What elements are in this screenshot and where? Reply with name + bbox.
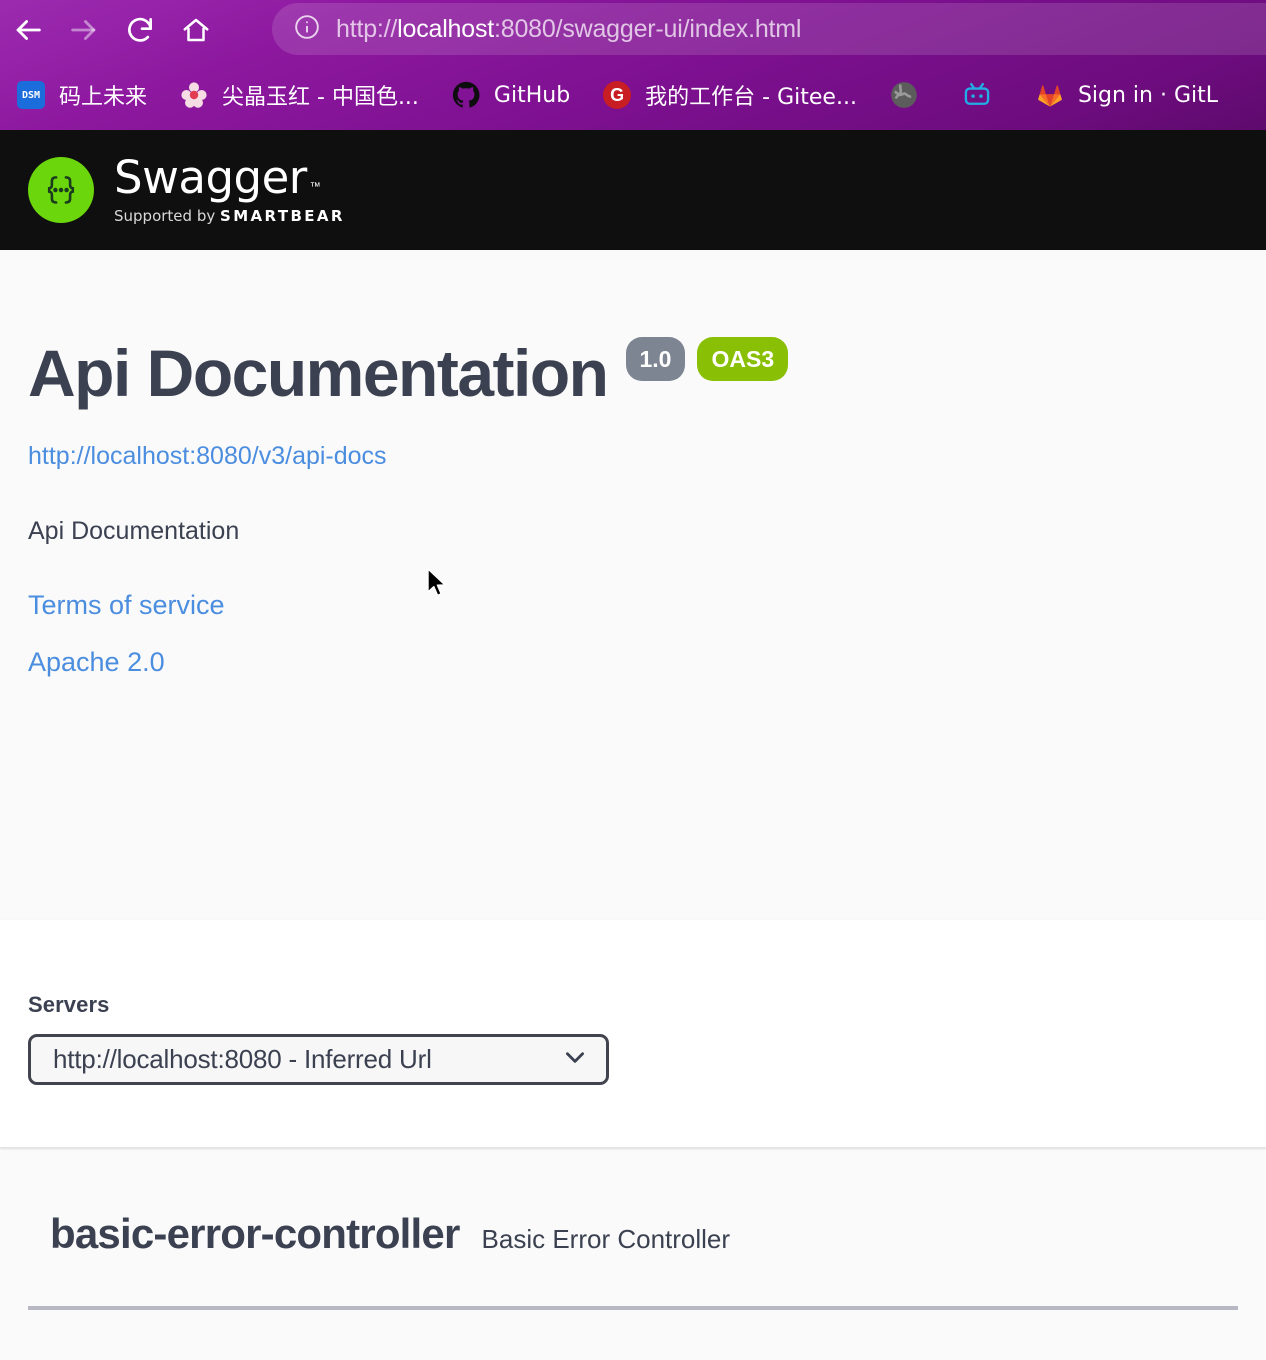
tag-header[interactable]: basic-error-controller Basic Error Contr… <box>28 1210 1238 1306</box>
swagger-topbar: Swagger ™ Supported by SMARTBEAR <box>0 130 1266 250</box>
browser-chrome: http://localhost:8080/swagger-ui/index.h… <box>0 0 1266 130</box>
home-icon <box>181 15 211 45</box>
api-title-row: Api Documentation 1.0 OAS3 <box>28 336 1238 410</box>
tag-block-basic-error-controller: basic-error-controller Basic Error Contr… <box>0 1210 1266 1310</box>
bookmark-gitee[interactable]: G 我的工作台 - Gitee... <box>602 79 857 111</box>
url-host: localhost <box>397 14 495 43</box>
tag-block-person-controller: person-controller Person Controller <box>0 1356 1266 1360</box>
back-arrow-icon <box>11 13 45 47</box>
api-docs-url-link[interactable]: http://localhost:8080/v3/api-docs <box>28 442 1238 471</box>
globe-favicon-icon <box>889 80 919 110</box>
version-badge: 1.0 <box>625 337 686 381</box>
tag-name[interactable]: person-controller <box>50 1356 385 1360</box>
info-circle-icon[interactable] <box>294 14 320 45</box>
dsm-favicon-icon: DSM <box>16 80 46 110</box>
flower-favicon-icon <box>179 80 209 110</box>
tag-header[interactable]: person-controller Person Controller <box>28 1356 1238 1360</box>
license-link[interactable]: Apache 2.0 <box>28 647 1238 678</box>
bookmarks-bar: DSM 码上未来 尖晶玉红 - 中国色... GitHub G 我的工作台 - … <box>0 60 1266 130</box>
servers-section: Servers http://localhost:8080 - Inferred… <box>0 920 1266 1148</box>
reload-icon <box>124 14 156 46</box>
home-button[interactable] <box>168 2 224 58</box>
supported-by-prefix: Supported by <box>114 207 216 225</box>
bookmark-gitlab[interactable]: Sign in · GitL <box>1035 80 1218 110</box>
forward-button[interactable] <box>56 2 112 58</box>
server-select[interactable]: http://localhost:8080 - Inferred Url <box>28 1034 609 1085</box>
bilibili-favicon-icon <box>962 80 992 110</box>
reload-button[interactable] <box>112 2 168 58</box>
url-scheme: http:// <box>336 14 398 43</box>
gitee-favicon-label: G <box>603 81 632 109</box>
supported-by-line: Supported by SMARTBEAR <box>114 207 345 225</box>
page-root: http://localhost:8080/swagger-ui/index.h… <box>0 0 1266 1360</box>
bookmark-dsm[interactable]: DSM 码上未来 <box>16 79 147 111</box>
page-title: Api Documentation <box>28 336 609 410</box>
chevron-down-icon <box>562 1044 588 1075</box>
swagger-logo[interactable]: Swagger ™ Supported by SMARTBEAR <box>28 155 345 225</box>
swagger-brand-text: Swagger <box>114 151 307 204</box>
smartbear-brand: SMARTBEAR <box>220 207 345 225</box>
api-description: Api Documentation <box>28 517 240 545</box>
bookmark-label: 我的工作台 - Gitee... <box>645 85 857 110</box>
address-bar[interactable]: http://localhost:8080/swagger-ui/index.h… <box>272 3 1266 55</box>
dsm-favicon-label: DSM <box>17 81 45 109</box>
bookmark-zhongguose[interactable]: 尖晶玉红 - 中国色... <box>179 79 419 111</box>
server-select-value: http://localhost:8080 - Inferred Url <box>53 1044 432 1074</box>
terms-of-service-link[interactable]: Terms of service <box>28 590 1238 621</box>
tag-description: Basic Error Controller <box>481 1224 731 1254</box>
github-favicon-icon <box>451 80 481 110</box>
trademark-mark: ™ <box>309 181 321 193</box>
tag-name[interactable]: basic-error-controller <box>50 1210 460 1258</box>
bookmark-label: 尖晶玉红 - 中国色... <box>222 85 419 110</box>
address-bar-url: http://localhost:8080/swagger-ui/index.h… <box>336 15 801 44</box>
gitee-favicon-icon: G <box>602 80 632 110</box>
api-info-section: Api Documentation 1.0 OAS3 http://localh… <box>0 250 1266 920</box>
bookmark-label: GitHub <box>493 82 571 108</box>
tag-spacer <box>0 1310 1266 1356</box>
url-path: :8080/swagger-ui/index.html <box>494 14 802 43</box>
forward-arrow-icon <box>67 13 101 47</box>
gitlab-favicon-icon <box>1035 80 1065 110</box>
bookmark-label: Sign in · GitL <box>1077 82 1218 108</box>
bookmark-globe[interactable] <box>889 80 932 110</box>
servers-label: Servers <box>28 992 110 1017</box>
bookmark-label: 码上未来 <box>59 85 148 110</box>
bookmark-bilibili[interactable] <box>962 80 1005 110</box>
swagger-braces-logo-icon <box>28 157 94 223</box>
oas-badge: OAS3 <box>697 337 789 381</box>
api-tags-section: basic-error-controller Basic Error Contr… <box>0 1148 1266 1360</box>
bookmark-github[interactable]: GitHub <box>451 80 570 110</box>
back-button[interactable] <box>0 2 56 58</box>
